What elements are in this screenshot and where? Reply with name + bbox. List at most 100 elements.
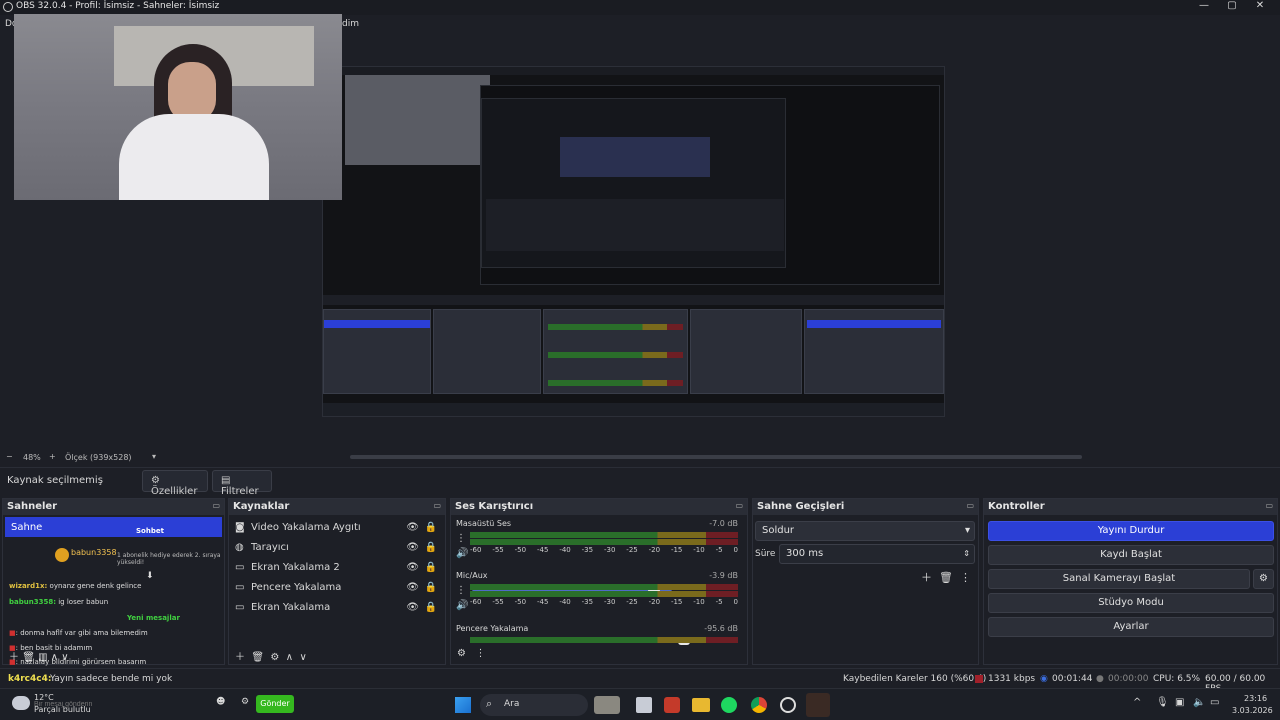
close-icon[interactable]: ✕ [1250,0,1270,15]
chat-message-input[interactable] [4,694,228,714]
lock-icon[interactable]: 🔒 [425,562,437,573]
windows-start-icon[interactable] [455,697,471,713]
league-icon[interactable] [806,693,830,717]
zoom-in-icon[interactable]: + [49,452,56,461]
add-scene-icon[interactable]: ＋ [9,652,19,663]
transition-menu-icon[interactable]: ⋮ [960,571,971,584]
undock-icon[interactable]: ▭ [966,501,974,510]
horizontal-scrollbar[interactable] [350,455,1082,459]
lock-icon[interactable]: 🔒 [425,542,437,553]
channel-name: Mic/Aux [456,571,488,580]
remove-transition-icon[interactable]: 🗑 [939,571,953,584]
file-explorer-icon[interactable] [692,698,710,712]
search-highlight-icon[interactable] [594,696,620,714]
transition-select[interactable]: Soldur ▾ [755,521,975,541]
stream-icon: ◉ [1040,674,1048,684]
mixer-menu-icon[interactable]: ⋮ [476,648,486,659]
undock-icon[interactable]: ▭ [1265,501,1273,510]
scene-filter-icon[interactable]: ▥ [38,652,47,663]
channel-menu-icon[interactable]: ⋮ [456,533,466,544]
lock-icon[interactable]: 🔒 [425,522,437,533]
speaker-icon[interactable]: 🔊 [456,600,468,611]
minimize-icon[interactable]: — [1194,0,1214,15]
scenes-header: Sahneler ▭ [3,499,224,515]
source-item[interactable]: ▭ Pencere Yakalama 👁 🔒 [229,577,445,597]
chrome-icon[interactable] [751,697,767,713]
eye-icon[interactable]: 👁 [406,522,419,533]
properties-button[interactable]: ⚙ Özellikler [142,470,208,497]
spotify-icon[interactable] [721,697,737,713]
scene-down-icon[interactable]: ∨ [61,652,68,663]
virtualcam-settings-icon[interactable]: ⚙ [1253,569,1274,589]
settings-button[interactable]: Ayarlar [988,617,1274,637]
scenes-dock: Sahneler ▭ Sahne Sohbet babun3358 1 abone… [2,498,225,666]
remove-scene-icon[interactable]: 🗑 [22,652,35,663]
menu-help[interactable]: dim [342,19,359,29]
zoom-out-icon[interactable]: − [6,452,13,461]
maximize-icon[interactable]: ▢ [1222,0,1242,15]
filters-button[interactable]: ▤ Filtreler [212,470,272,497]
battery-icon[interactable]: ▭ [1210,697,1219,708]
source-item[interactable]: ▭ Ekran Yakalama 👁 🔒 [229,597,445,617]
source-item[interactable]: ▭ Ekran Yakalama 2 👁 🔒 [229,557,445,577]
volume-icon[interactable]: 🔈 [1193,697,1205,708]
eye-icon[interactable]: 👁 [406,582,419,593]
stop-stream-button[interactable]: Yayını Durdur [988,521,1274,541]
program-preview[interactable] [322,66,945,417]
eye-icon[interactable]: 👁 [406,602,419,613]
duration-input[interactable]: 300 ms ⇕ [779,544,975,564]
add-transition-icon[interactable]: ＋ [921,571,932,584]
advanced-audio-icon[interactable]: ⚙ [457,648,466,659]
sources-header: Kaynaklar ▭ [229,499,445,515]
webcam-sweater [119,114,269,200]
undock-icon[interactable]: ▭ [212,501,220,510]
taskbar-search[interactable]: ⌕ Ara [480,694,588,716]
lock-icon[interactable]: 🔒 [425,582,437,593]
chevron-down-icon[interactable]: ▾ [152,452,156,461]
duration-value: 300 ms [786,548,824,559]
source-down-icon[interactable]: ∨ [299,652,306,663]
sources-dock: Kaynaklar ▭ ◙ Video Yakalama Aygıtı 👁 🔒 ◍ Tar… [228,498,446,665]
chat-scroll-down-icon[interactable]: ⬇ [146,571,154,581]
chevron-up-icon[interactable]: ^ [1133,697,1141,708]
eye-icon[interactable]: 👁 [406,542,419,553]
microphone-icon[interactable]: 🎙 [1156,697,1169,708]
mixer-toolbar: ⚙ ⋮ [457,648,486,659]
start-recording-button[interactable]: Kaydı Başlat [988,545,1274,565]
undock-icon[interactable]: ▭ [735,501,743,510]
clock-date[interactable]: 3.03.2026 [1232,706,1273,715]
source-up-icon[interactable]: ∧ [286,652,293,663]
speaker-icon[interactable]: 🔊 [456,548,468,559]
msg3-text: : donma haflf var gibi ama bilemedim [15,629,148,637]
task-view-icon[interactable] [636,697,652,713]
meter-scale: -60 -55 -50 -45 -40 -35 -30 -25 -20 -15 -10 -5 0 [470,598,738,606]
stepper-icon[interactable]: ⇕ [963,545,970,563]
window-title: OBS 32.0.4 - Profil: İsimsiz - Sahneler:… [16,1,220,11]
source-item[interactable]: ◙ Video Yakalama Aygıtı 👁 🔒 [229,517,445,537]
send-button[interactable]: Gönder [256,695,294,713]
start-virtualcam-button[interactable]: Sanal Kamerayı Başlat [988,569,1250,589]
obs-taskbar-icon[interactable] [780,697,796,713]
source-item[interactable]: ◍ Tarayıcı 👁 🔒 [229,537,445,557]
bitrate: 1331 kbps [988,674,1036,684]
lock-icon[interactable]: 🔒 [425,602,437,613]
add-source-icon[interactable]: ＋ [235,652,245,663]
status-bar: k4rc4c4: Yayın sadece bende mi yok Kaybe… [0,668,1280,694]
remove-source-icon[interactable]: 🗑 [251,652,264,663]
eye-icon[interactable]: 👁 [406,562,419,573]
transition-value: Soldur [762,525,795,536]
nested-scene-selected [324,320,430,328]
emote-icon[interactable]: ☻ [216,697,225,707]
pdf-app-icon[interactable] [664,697,680,713]
scene-up-icon[interactable]: ∧ [51,652,58,663]
network-icon[interactable]: ▣ [1175,697,1184,708]
studio-mode-button[interactable]: Stüdyo Modu [988,593,1274,613]
channel-menu-icon[interactable]: ⋮ [456,585,466,596]
chat-settings-icon[interactable]: ⚙ [241,697,249,707]
source-settings-icon[interactable]: ⚙ [270,652,279,663]
stream-time: 00:01:44 [1052,674,1093,684]
chat-overlay: Sohbet babun3358 1 abonelik hediye edere… [3,521,224,666]
clock-time[interactable]: 23:16 [1244,694,1267,703]
msg3-user: ■ [9,629,16,637]
undock-icon[interactable]: ▭ [433,501,441,510]
